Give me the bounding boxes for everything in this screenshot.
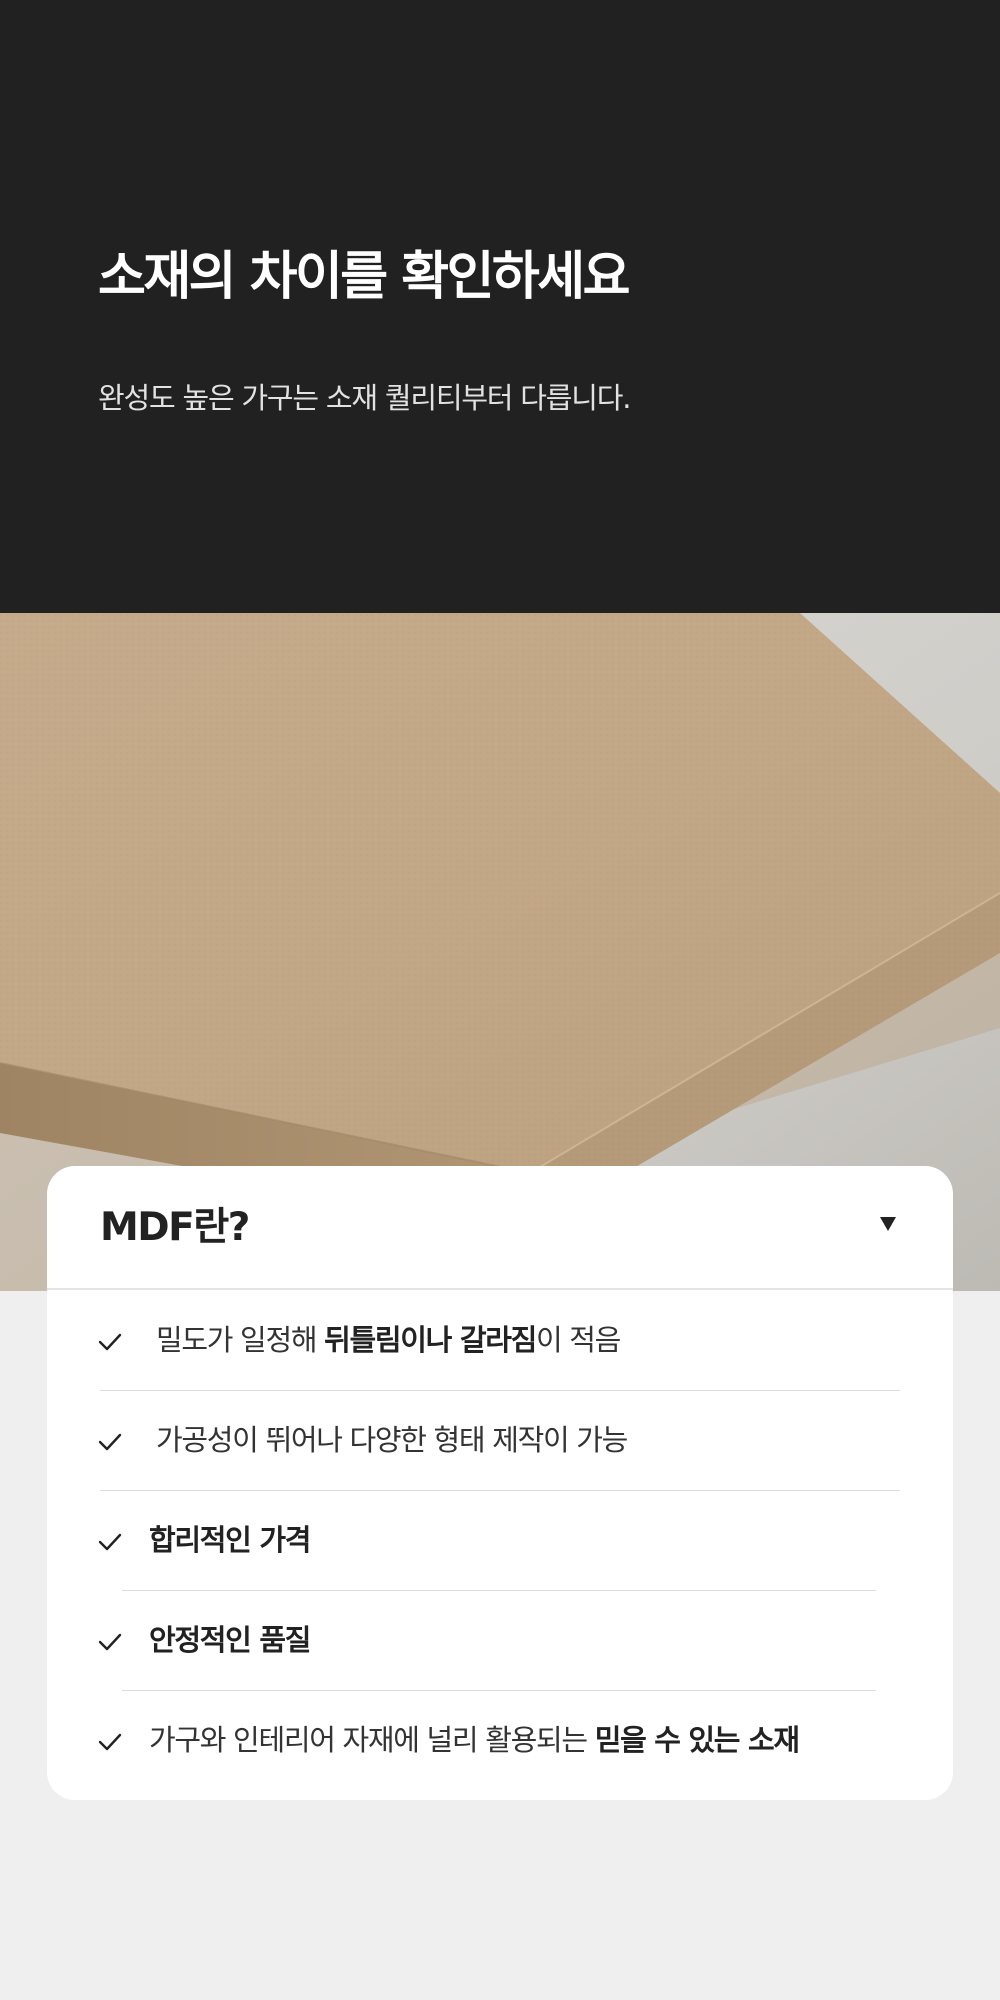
check-icon	[98, 1733, 122, 1751]
check-icon	[98, 1633, 122, 1651]
list-item-text: 가공성이 뛰어나 다양한 형태 제작이 가능	[156, 1423, 628, 1457]
card-title: MDF란?	[100, 1205, 250, 1250]
list-item: 합리적인 가격	[47, 1490, 953, 1590]
check-icon	[98, 1433, 122, 1451]
page: 소재의 차이를 확인하세요 완성도 높은 가구는 소재 퀄리티부터 다릅니다.	[0, 0, 1000, 2000]
list-item-text: 안정적인 품질	[149, 1623, 311, 1657]
check-icon	[98, 1533, 122, 1551]
list-item: 가공성이 뛰어나 다양한 형태 제작이 가능	[47, 1390, 953, 1490]
list-item: 가구와 인테리어 자재에 널리 활용되는 믿을 수 있는 소재	[47, 1690, 953, 1790]
mdf-info-card: MDF란? 밀도가 일정해 뒤틀림이나 갈라짐이 적음 가공성이 뛰어나 다양한…	[47, 1166, 953, 1800]
triangle-down-icon[interactable]	[877, 1212, 899, 1234]
accordion-header[interactable]: MDF란?	[47, 1166, 953, 1290]
list-item-text: 가구와 인테리어 자재에 널리 활용되는 믿을 수 있는 소재	[149, 1723, 800, 1757]
check-icon	[98, 1333, 122, 1351]
list-item: 안정적인 품질	[47, 1590, 953, 1690]
hero-section: 소재의 차이를 확인하세요 완성도 높은 가구는 소재 퀄리티부터 다릅니다.	[0, 0, 1000, 613]
list-item-text: 합리적인 가격	[149, 1523, 311, 1557]
list-item-text: 밀도가 일정해 뒤틀림이나 갈라짐이 적음	[156, 1323, 621, 1357]
list-item: 밀도가 일정해 뒤틀림이나 갈라짐이 적음	[47, 1290, 953, 1390]
hero-subtitle: 완성도 높은 가구는 소재 퀄리티부터 다릅니다.	[98, 381, 631, 415]
hero-title: 소재의 차이를 확인하세요	[98, 247, 630, 307]
